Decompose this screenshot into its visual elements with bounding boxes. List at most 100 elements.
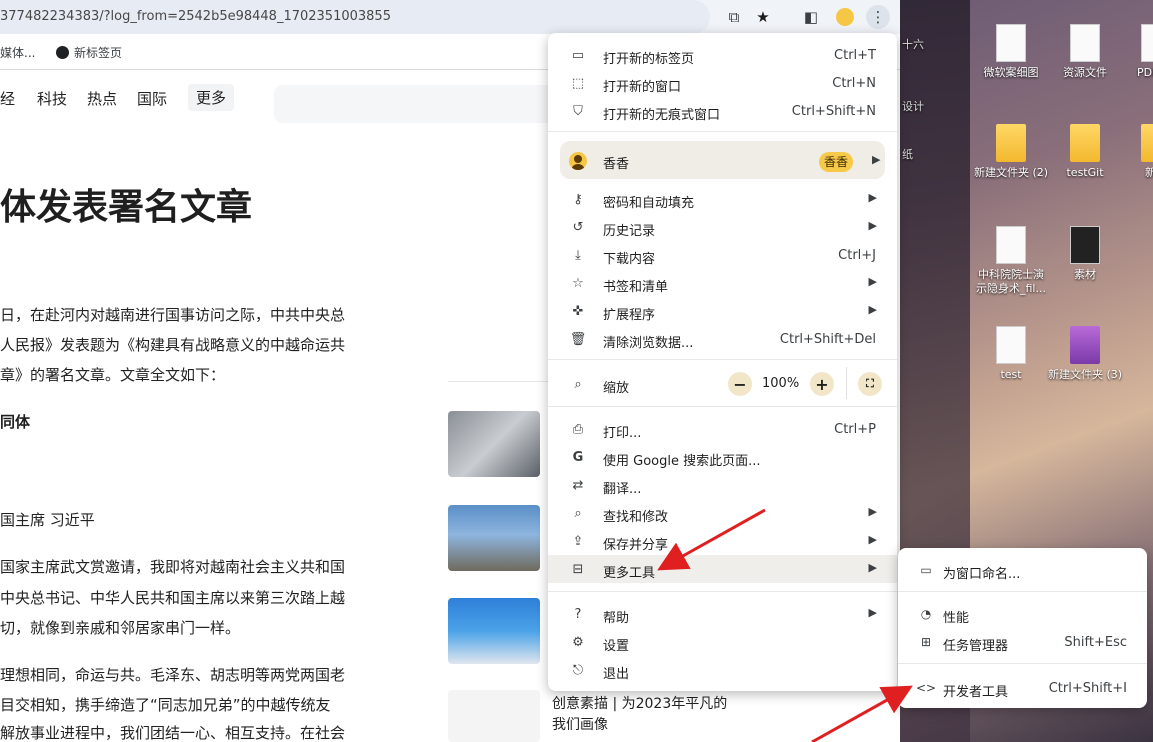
menu-item-find[interactable]: ⌕ 查找和修改 ▶	[548, 499, 897, 527]
new-tab-icon: ▭	[571, 47, 585, 63]
nav-item[interactable]: 科技	[37, 88, 67, 109]
print-icon: ⎙	[572, 421, 584, 437]
chrome-main-menu: ▭ 打开新的标签页 Ctrl+T ⬚ 打开新的窗口 Ctrl+N ⛉ 打开新的无…	[548, 33, 897, 691]
menu-item-new-window[interactable]: ⬚ 打开新的窗口 Ctrl+N	[548, 69, 897, 97]
menu-item-label: 书签和清单	[603, 280, 669, 295]
menu-item-label: 打开新的窗口	[603, 80, 682, 95]
desktop-icon[interactable]: 素材	[1047, 226, 1123, 282]
save-share-icon: ⇪	[572, 533, 584, 549]
menu-shortcut: Shift+Esc	[1064, 635, 1127, 650]
desktop-icon[interactable]: 中科院院士演示隐身术_fil...	[973, 226, 1049, 296]
desktop-icon-label: 新建	[1145, 166, 1153, 179]
news-caption[interactable]: 创意素描 | 为2023年平凡的	[552, 693, 727, 713]
globe-icon	[56, 46, 69, 59]
menu-item-new-tab[interactable]: ▭ 打开新的标签页 Ctrl+T	[548, 41, 897, 69]
nav-item[interactable]: 热点	[87, 88, 117, 109]
folder-icon	[1141, 124, 1153, 162]
news-thumbnail[interactable]	[448, 598, 540, 664]
desktop-icon[interactable]: PDFe 6	[1118, 24, 1153, 80]
bookmark-new-tab[interactable]: 新标签页	[56, 44, 122, 61]
chevron-right-icon: ▶	[868, 606, 877, 619]
menu-item-bookmarks[interactable]: ☆ 书签和清单 ▶	[548, 269, 897, 297]
google-icon: G	[572, 449, 584, 465]
submenu-item-performance[interactable]: ◔ 性能	[898, 600, 1147, 628]
task-manager-icon: ⊞	[920, 635, 932, 649]
desktop-side-label: 纸	[902, 148, 913, 161]
desktop-icon[interactable]: 新建文件夹 (3)	[1047, 326, 1123, 382]
desktop-icon-label: 微软案细图	[983, 66, 1039, 79]
nav-item[interactable]: 经	[0, 88, 15, 109]
submenu-item-task-manager[interactable]: ⊞ 任务管理器 Shift+Esc	[898, 628, 1147, 656]
key-icon: ⚷	[573, 191, 583, 207]
menu-item-label: 保存并分享	[603, 538, 669, 553]
side-panel-icon[interactable]: ◧	[799, 5, 823, 29]
download-icon: ⤓	[575, 247, 581, 263]
menu-item-google-search[interactable]: G 使用 Google 搜索此页面...	[548, 443, 897, 471]
menu-item-save-share[interactable]: ⇪ 保存并分享 ▶	[548, 527, 897, 555]
desktop-icon-label: test	[1000, 368, 1022, 381]
menu-item-translate[interactable]: ⇄ 翻译...	[548, 471, 897, 499]
install-app-icon[interactable]: ⧉	[722, 5, 746, 29]
menu-item-label: 设置	[603, 639, 630, 654]
article-text: 中央总书记、中华人民共和国主席以来第三次踏上越	[0, 589, 346, 607]
news-thumbnail[interactable]	[448, 411, 540, 477]
history-icon: ↺	[572, 219, 584, 235]
menu-item-label: 清除浏览数据...	[603, 336, 694, 351]
menu-item-help[interactable]: ? 帮助 ▶	[548, 600, 897, 628]
menu-shortcut: Ctrl+J	[838, 248, 876, 263]
desktop-icon-label: 新建文件夹 (2)	[973, 166, 1049, 179]
bookmark-label: 媒体...	[0, 46, 36, 60]
submenu-item-devtools[interactable]: <> 开发者工具 Ctrl+Shift+I	[898, 674, 1147, 702]
menu-item-passwords[interactable]: ⚷ 密码和自动填充 ▶	[548, 185, 897, 213]
menu-item-label: 密码和自动填充	[603, 196, 695, 211]
news-thumbnail[interactable]	[448, 690, 540, 742]
article-text: 章》的署名文章。文章全文如下：	[0, 366, 226, 384]
bookmark-label: 新标签页	[74, 46, 123, 60]
fullscreen-icon[interactable]: ⛶	[858, 372, 882, 396]
site-search-input[interactable]	[274, 85, 574, 123]
menu-item-settings[interactable]: ⚙ 设置	[548, 628, 897, 656]
menu-shortcut: Ctrl+Shift+I	[1048, 681, 1127, 696]
document-icon	[1070, 24, 1100, 62]
desktop-icon[interactable]: 资源文件	[1047, 24, 1123, 80]
menu-item-clear-data[interactable]: 🗑 清除浏览数据... Ctrl+Shift+Del	[548, 325, 897, 353]
desktop-icon[interactable]: 新建	[1118, 124, 1153, 180]
menu-item-label: 翻译...	[603, 482, 642, 497]
menu-item-more-tools[interactable]: ⊟ 更多工具 ▶	[548, 555, 897, 583]
desktop-icon[interactable]: 微软案细图	[973, 24, 1049, 80]
menu-divider	[548, 359, 897, 360]
zoom-out-button[interactable]: −	[728, 372, 752, 396]
desktop-icon[interactable]: testGit	[1047, 124, 1123, 180]
toolbox-icon: ⊟	[572, 561, 584, 577]
desktop-icon[interactable]: test	[973, 326, 1049, 382]
chrome-menu-button[interactable]: ⋮	[866, 5, 890, 29]
news-caption[interactable]: 我们画像	[552, 714, 608, 734]
menu-item-exit[interactable]: ⎋ 退出	[548, 656, 897, 684]
zoom-in-button[interactable]: +	[810, 372, 834, 396]
url-field[interactable]: 377482234383/?log_from=2542b5e98448_1702…	[0, 0, 710, 34]
bookmark-star-icon[interactable]: ★	[751, 5, 775, 29]
profile-avatar-icon[interactable]	[833, 5, 857, 29]
menu-divider	[548, 591, 897, 592]
article-headline: 体发表署名文章	[0, 187, 253, 228]
desktop-icon[interactable]: 新建文件夹 (2)	[973, 124, 1049, 180]
trash-icon: 🗑	[569, 331, 587, 347]
menu-item-downloads[interactable]: ⤓ 下载内容 Ctrl+J	[548, 241, 897, 269]
menu-divider	[898, 663, 1147, 664]
extension-icon: ✜	[572, 303, 584, 319]
menu-item-history[interactable]: ↺ 历史记录 ▶	[548, 213, 897, 241]
nav-item[interactable]: 国际	[137, 88, 167, 109]
desktop-icon-label: 新建文件夹 (3)	[1047, 368, 1123, 381]
menu-item-extensions[interactable]: ✜ 扩展程序 ▶	[548, 297, 897, 325]
menu-item-label: 历史记录	[603, 224, 656, 239]
menu-item-label: 扩展程序	[603, 308, 656, 323]
bookmark-media[interactable]: 媒体...	[0, 44, 35, 61]
menu-item-incognito[interactable]: ⛉ 打开新的无痕式窗口 Ctrl+Shift+N	[548, 97, 897, 125]
video-file-icon	[996, 226, 1026, 264]
chevron-right-icon: ▶	[868, 275, 877, 288]
submenu-item-name-window[interactable]: ▭ 为窗口命名...	[898, 556, 1147, 584]
news-thumbnail[interactable]	[448, 505, 540, 571]
devtools-icon: <>	[915, 681, 937, 695]
menu-item-print[interactable]: ⎙ 打印... Ctrl+P	[548, 415, 897, 443]
nav-more[interactable]: 更多	[188, 84, 235, 111]
